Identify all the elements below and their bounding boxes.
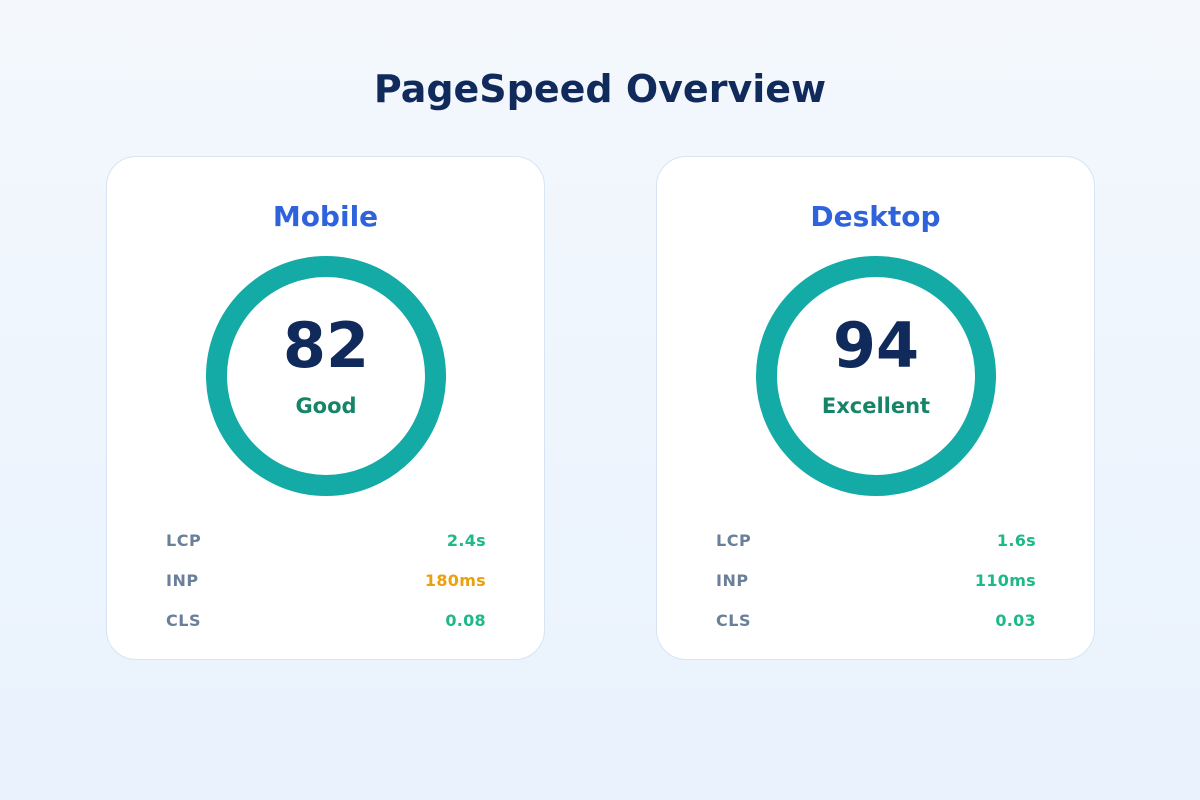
metric-row-inp: INP 110ms <box>716 569 1036 609</box>
metric-row-cls: CLS 0.08 <box>166 609 486 649</box>
metrics-list: LCP 2.4s INP 180ms CLS 0.08 <box>166 529 486 649</box>
card-title: Mobile <box>272 200 379 233</box>
metric-row-inp: INP 180ms <box>166 569 486 609</box>
score-gauge: 94 Excellent <box>756 256 996 496</box>
metric-label: LCP <box>166 531 202 550</box>
metric-row-lcp: LCP 1.6s <box>716 529 1036 569</box>
metric-value: 0.08 <box>445 611 486 630</box>
score-value: 82 <box>282 309 370 382</box>
metric-label: CLS <box>166 611 201 630</box>
metrics-list: LCP 1.6s INP 110ms CLS 0.03 <box>716 529 1036 649</box>
metric-value: 0.03 <box>995 611 1036 630</box>
card-title: Desktop <box>810 200 941 233</box>
score-rating: Excellent <box>821 394 931 418</box>
metric-label: INP <box>716 571 749 590</box>
score-gauge: 82 Good <box>206 256 446 496</box>
metric-value: 180ms <box>424 571 486 590</box>
mobile-score-card: Mobile 82 Good LCP 2.4s INP 180ms CLS 0.… <box>106 156 545 660</box>
page-title: PageSpeed Overview <box>373 67 827 111</box>
score-value: 94 <box>832 309 920 382</box>
metric-row-cls: CLS 0.03 <box>716 609 1036 649</box>
metric-row-lcp: LCP 2.4s <box>166 529 486 569</box>
metric-value: 1.6s <box>996 531 1036 550</box>
metric-value: 2.4s <box>446 531 486 550</box>
metric-label: CLS <box>716 611 751 630</box>
metric-value: 110ms <box>974 571 1036 590</box>
metric-label: INP <box>166 571 199 590</box>
desktop-score-card: Desktop 94 Excellent LCP 1.6s INP 110ms … <box>656 156 1095 660</box>
metric-label: LCP <box>716 531 752 550</box>
score-rating: Good <box>295 394 357 418</box>
